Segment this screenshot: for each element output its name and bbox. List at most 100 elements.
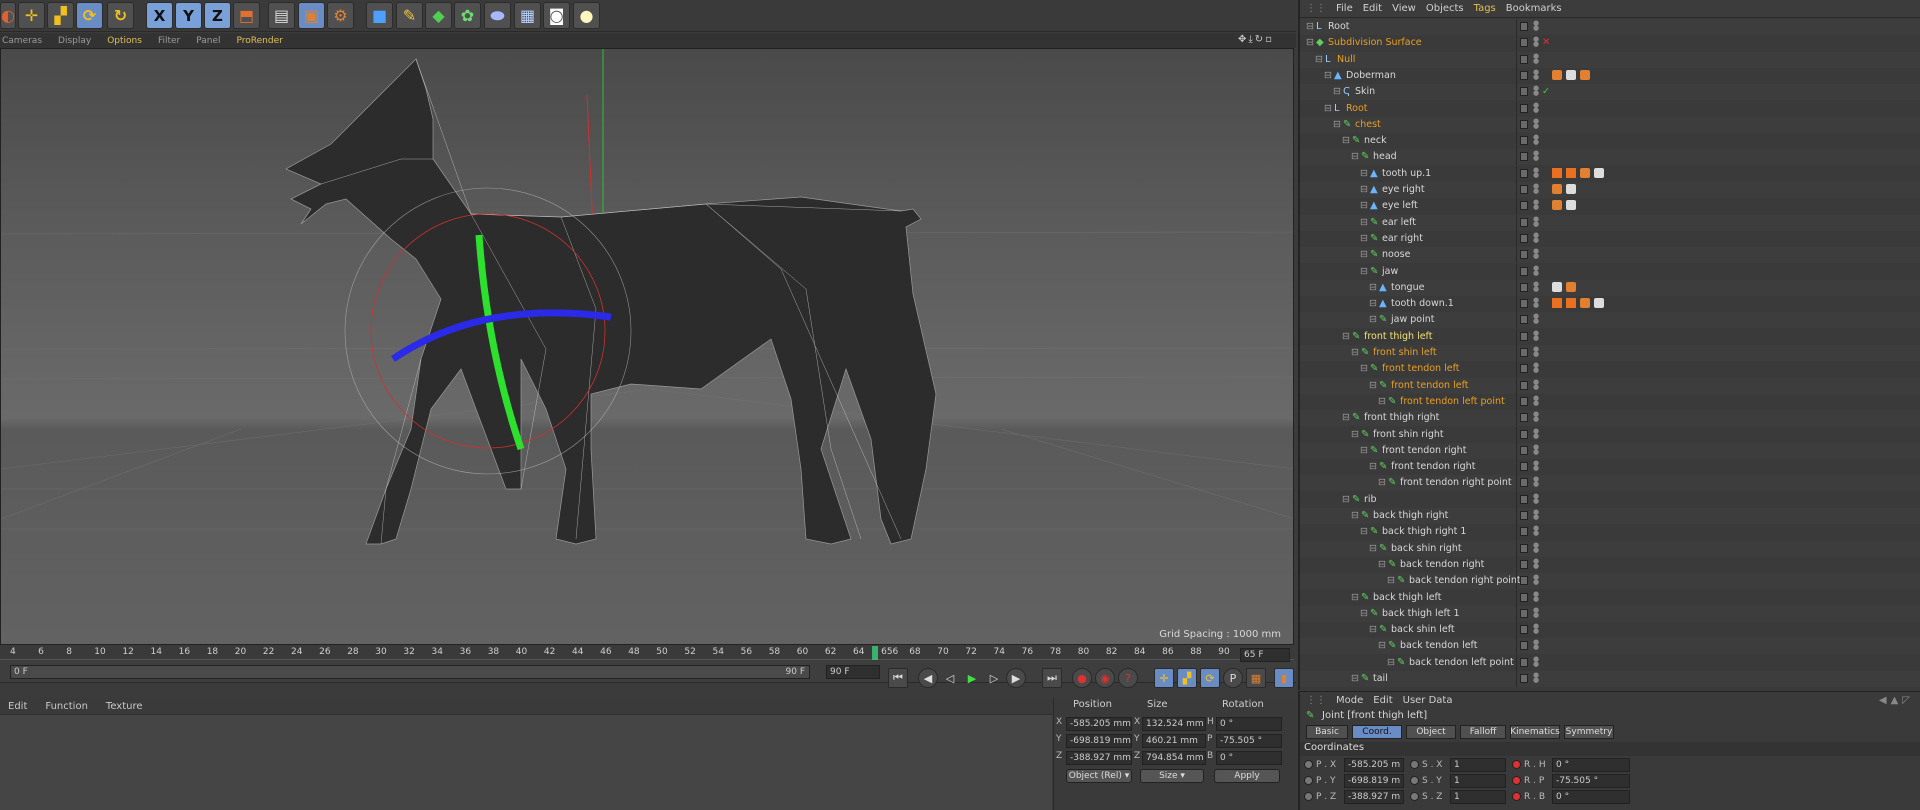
visibility-dots-icon[interactable]: ● ● — [1533, 606, 1539, 620]
object-tag-icon[interactable] — [1594, 298, 1604, 309]
scale-param-field[interactable]: 1 — [1450, 758, 1506, 772]
object-tag-icon[interactable] — [1566, 281, 1576, 292]
layer-toggle-icon[interactable] — [1520, 429, 1528, 439]
visibility-dots-icon[interactable]: ● ● — [1533, 117, 1539, 131]
layer-toggle-icon[interactable] — [1520, 641, 1528, 651]
menu-mode[interactable]: Mode — [1336, 695, 1363, 706]
visibility-dots-icon[interactable]: ● ● — [1533, 231, 1539, 245]
layer-toggle-icon[interactable] — [1520, 413, 1528, 423]
expand-toggle-icon[interactable]: ⊟ — [1360, 217, 1368, 228]
move-icon[interactable]: ✛ — [18, 2, 45, 29]
menu-file[interactable]: File — [1336, 3, 1353, 14]
object-tree-item[interactable]: ⊟ ✎ jaw point ● ● — [1300, 312, 1920, 329]
expand-toggle-icon[interactable]: ⊟ — [1378, 559, 1386, 570]
key-scale-icon[interactable]: ▞ — [1177, 668, 1197, 688]
layer-toggle-icon[interactable] — [1520, 396, 1528, 406]
object-tag-icon[interactable] — [1552, 167, 1562, 178]
object-tree-item[interactable]: ⊟ ✎ front thigh right ● ● — [1300, 410, 1920, 427]
position-param-field[interactable]: -698.819 m — [1344, 774, 1404, 788]
object-tree-item[interactable]: ⊟ ✎ ear right ● ● — [1300, 230, 1920, 247]
menu-function[interactable]: Function — [45, 701, 88, 712]
object-tree-item[interactable]: ⊟ L Root ● ● — [1300, 19, 1920, 35]
object-tag-icon[interactable] — [1566, 200, 1576, 211]
object-tree-item[interactable]: ⊟ ✎ jaw ● ● — [1300, 263, 1920, 280]
tab-kinematics[interactable]: Kinematics — [1510, 725, 1560, 739]
visibility-dots-icon[interactable]: ● ● — [1533, 574, 1539, 587]
expand-toggle-icon[interactable]: ⊟ — [1360, 445, 1368, 456]
layer-toggle-icon[interactable] — [1520, 511, 1528, 520]
key-position-icon[interactable]: ✛ — [1154, 668, 1174, 688]
object-tree-item[interactable]: ⊟ ✎ ear left ● ● — [1300, 214, 1920, 231]
z-axis-lock-button[interactable]: Z — [204, 2, 231, 29]
layer-toggle-icon[interactable] — [1520, 608, 1528, 618]
position-field[interactable]: -388.927 mm — [1066, 751, 1132, 765]
object-tag-icon[interactable] — [1552, 184, 1562, 194]
visibility-dots-icon[interactable]: ● ● — [1533, 36, 1539, 49]
expand-toggle-icon[interactable]: ⊟ — [1378, 396, 1386, 407]
expand-toggle-icon[interactable]: ⊟ — [1360, 608, 1368, 619]
object-tag-icon[interactable] — [1580, 167, 1590, 178]
menu-edit[interactable]: Edit — [1373, 695, 1392, 706]
layer-toggle-icon[interactable] — [1520, 250, 1528, 260]
autokey-icon[interactable]: ◉ — [1095, 668, 1115, 688]
tab-basic[interactable]: Basic — [1306, 725, 1348, 739]
object-tree-item[interactable]: ⊟ ✎ front thigh left ● ● — [1300, 328, 1920, 345]
rotate-icon[interactable]: ↻ — [107, 2, 134, 29]
expand-toggle-icon[interactable]: ⊟ — [1342, 494, 1350, 505]
object-tree-item[interactable]: ⊟ ▲ tooth down.1 ● ● — [1300, 296, 1920, 313]
visibility-dots-icon[interactable]: ● ● — [1533, 557, 1539, 571]
coordinate-system-icon[interactable]: ⬒ — [233, 2, 260, 29]
object-tree-item[interactable]: ⊟ ✎ back thigh right 1 ● ● — [1300, 524, 1920, 541]
layer-toggle-icon[interactable] — [1520, 625, 1528, 635]
current-frame-field[interactable]: 65 F — [1240, 648, 1290, 662]
visibility-dots-icon[interactable]: ● ● — [1533, 215, 1539, 229]
object-tree-item[interactable]: ⊟ ✎ back tendon left ● ● — [1300, 638, 1920, 655]
object-tag-icon[interactable]: ✓ — [1542, 86, 1552, 97]
object-tree-item[interactable]: ⊟ ▲ eye right ● ● — [1300, 182, 1920, 198]
expand-toggle-icon[interactable]: ⊟ — [1369, 624, 1377, 635]
viewport-nav-icons[interactable]: ✥⤓↻▫ — [1238, 34, 1274, 45]
deformer-icon[interactable]: ✿ — [454, 2, 481, 29]
scale-icon[interactable]: ▞ — [47, 2, 74, 29]
layer-toggle-icon[interactable] — [1520, 657, 1528, 667]
layer-toggle-icon[interactable] — [1520, 266, 1528, 276]
visibility-dots-icon[interactable]: ● ● — [1533, 590, 1539, 604]
visibility-dots-icon[interactable]: ● ● — [1533, 313, 1539, 326]
rotation-field[interactable]: 0 ° — [1216, 717, 1282, 731]
rotation-param-field[interactable]: 0 ° — [1552, 790, 1630, 804]
layer-toggle-icon[interactable] — [1520, 54, 1528, 64]
go-to-end-icon[interactable]: ⏭ — [1042, 668, 1062, 688]
expand-toggle-icon[interactable]: ⊟ — [1360, 233, 1368, 244]
visibility-dots-icon[interactable]: ● ● — [1533, 639, 1539, 652]
menu-bookmarks[interactable]: Bookmarks — [1506, 3, 1562, 14]
rotation-field[interactable]: 0 ° — [1216, 751, 1282, 765]
scale-param-field[interactable]: 1 — [1450, 790, 1506, 804]
animate-key-icon[interactable] — [1304, 776, 1313, 785]
object-tag-icon[interactable] — [1552, 200, 1562, 211]
object-tree-item[interactable]: ⊟ ✎ front tendon right point ● ● — [1300, 475, 1920, 492]
undo-icon[interactable]: ◐ — [0, 2, 16, 29]
visibility-dots-icon[interactable]: ● ● — [1533, 329, 1539, 343]
menu-panel[interactable]: Panel — [196, 36, 220, 46]
cube-icon[interactable]: ■ — [366, 2, 393, 29]
animate-key-icon[interactable] — [1410, 760, 1419, 769]
expand-toggle-icon[interactable]: ⊟ — [1378, 477, 1386, 488]
menu-tags[interactable]: Tags — [1474, 3, 1496, 14]
visibility-dots-icon[interactable]: ● ● — [1533, 509, 1539, 522]
menu-display[interactable]: Display — [58, 36, 91, 46]
object-tree-item[interactable]: ⊟ ✎ neck ● ● — [1300, 133, 1920, 150]
object-tag-icon[interactable] — [1566, 167, 1576, 178]
expand-toggle-icon[interactable]: ⊟ — [1369, 380, 1377, 391]
animate-key-icon[interactable] — [1512, 760, 1521, 769]
menu-objects[interactable]: Objects — [1426, 3, 1464, 14]
expand-toggle-icon[interactable]: ⊟ — [1351, 510, 1359, 521]
animate-key-icon[interactable] — [1512, 792, 1521, 801]
visibility-dots-icon[interactable]: ● ● — [1533, 378, 1539, 392]
timeline-window-icon[interactable]: ▮ — [1274, 668, 1294, 688]
expand-toggle-icon[interactable]: ⊟ — [1369, 461, 1377, 472]
visibility-dots-icon[interactable]: ● ● — [1533, 427, 1539, 441]
visibility-dots-icon[interactable]: ● ● — [1533, 183, 1539, 196]
visibility-dots-icon[interactable]: ● ● — [1533, 248, 1539, 261]
object-tag-icon[interactable] — [1580, 298, 1590, 309]
expand-toggle-icon[interactable]: ⊟ — [1369, 298, 1377, 309]
